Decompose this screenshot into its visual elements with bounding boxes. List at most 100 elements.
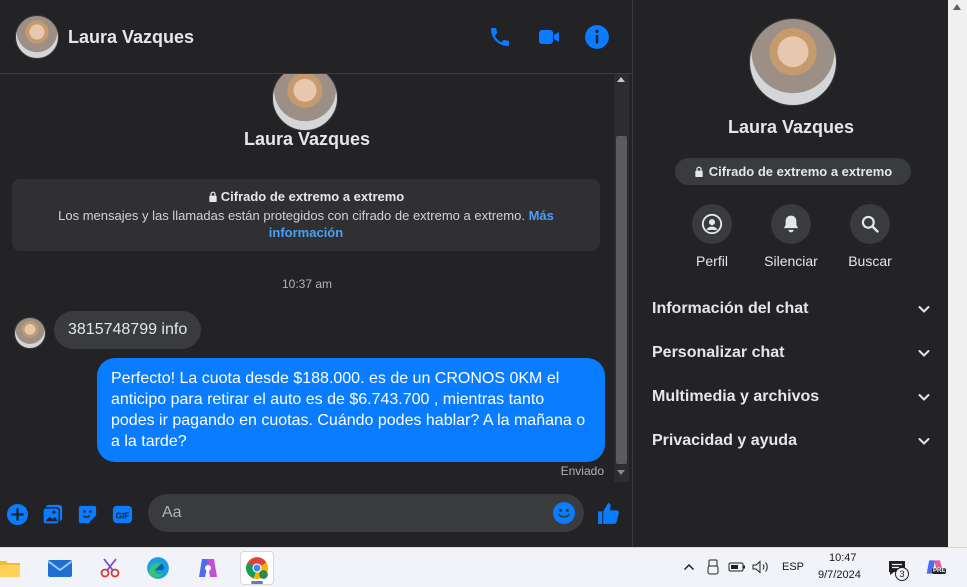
battery-icon [728,562,745,572]
copilot-preview-button[interactable]: PRE [924,556,947,578]
plus-circle-icon [6,503,28,525]
taskbar-app-snipping-tool[interactable] [93,551,127,585]
search-label: Buscar [848,253,892,269]
profile-icon [701,213,723,235]
taskbar-app-mail[interactable] [43,551,77,585]
section-privacy-help[interactable]: Privacidad y ayuda [633,419,949,463]
thumbs-up-icon [597,502,619,524]
chevron-down-icon [918,394,930,401]
encryption-notice: Cifrado de extremo a extremo Los mensaje… [12,179,600,251]
incoming-message[interactable]: 3815748799 info [54,311,202,349]
contact-name[interactable]: Laura Vazques [68,27,194,48]
search-action[interactable]: Buscar [830,204,910,269]
taskbar-app-chrome[interactable] [240,551,274,585]
conversation-info-button[interactable] [584,24,610,50]
bell-icon [783,215,799,233]
speaker-icon [752,560,768,574]
encryption-notice-text: Los mensajes y las llamadas están proteg… [12,207,600,241]
message-timestamp: 10:37 am [281,277,333,291]
chevron-down-icon [918,438,930,445]
svg-text:GIF: GIF [115,511,129,520]
search-button[interactable] [850,204,890,244]
lock-icon [695,166,703,177]
section-customize-label: Personalizar chat [652,344,785,361]
photo-icon [41,504,62,525]
smiley-icon [553,502,575,524]
chrome-icon [246,557,268,579]
message-input[interactable] [148,494,584,532]
window-scroll-up-arrow[interactable] [953,4,961,10]
message-input-wrapper [148,494,584,532]
emoji-button[interactable] [552,501,576,525]
folder-icon [0,561,20,577]
chat-header: Laura Vazques [0,0,632,74]
phone-call-button[interactable] [487,24,513,50]
info-avatar[interactable] [749,18,837,106]
gif-button[interactable]: GIF [110,502,134,526]
window-scrollbar[interactable] [948,0,967,547]
scissors-icon [100,558,120,578]
info-icon [585,25,609,49]
notifications-button[interactable]: 3 [884,556,910,581]
copilot-icon [199,559,217,577]
info-contact-name: Laura Vazques [727,117,855,137]
conversation-info-panel: Laura Vazques Cifrado de extremo a extre… [632,0,948,547]
scrollbar-thumb[interactable] [616,136,627,464]
usb-device-icon [707,559,719,575]
contact-avatar[interactable] [15,15,59,59]
section-privacy-label: Privacidad y ayuda [652,432,797,449]
search-icon [861,215,879,233]
chevron-down-icon [918,306,930,313]
section-customize-chat[interactable]: Personalizar chat [633,331,949,375]
mute-button[interactable] [771,204,811,244]
taskbar: ESP 10:47 9/7/2024 3 PRE [0,547,967,587]
sender-avatar[interactable] [14,317,46,349]
encryption-badge[interactable]: Cifrado de extremo a extremo [675,158,911,185]
app-root: Laura Vazques Laura Vazques Cifrado de e… [0,0,967,587]
profile-label: Perfil [696,253,728,269]
lock-icon [209,191,217,202]
volume-control[interactable] [752,558,770,576]
tray-app-icon[interactable] [704,558,722,576]
encryption-description: Los mensajes y las llamadas están proteg… [58,208,525,223]
gif-icon: GIF [112,505,132,523]
profile-action[interactable]: Perfil [672,204,752,269]
copilot-icon [926,560,944,574]
more-actions-button[interactable] [5,502,29,526]
scroll-up-arrow[interactable] [617,77,625,82]
encryption-title-text: Cifrado de extremo a extremo [220,189,405,204]
taskbar-app-edge[interactable] [141,551,175,585]
intro-contact-name: Laura Vazques [243,129,371,149]
chat-pane: Laura Vazques Laura Vazques Cifrado de e… [0,0,632,547]
clock-date[interactable]: 9/7/2024 [818,569,861,581]
taskbar-app-copilot[interactable] [191,551,225,585]
show-hidden-icons-button[interactable] [680,558,698,576]
message-scrollbar[interactable] [614,74,629,482]
sticker-button[interactable] [75,502,99,526]
scroll-down-arrow[interactable] [617,470,625,475]
outgoing-message[interactable]: Perfecto! La cuota desde $188.000. es de… [97,358,605,462]
encryption-notice-title: Cifrado de extremo a extremo [12,189,600,204]
taskbar-app-file-explorer[interactable] [0,551,26,585]
copilot-preview-badge: PRE [932,568,947,574]
profile-button[interactable] [692,204,732,244]
video-camera-icon [539,30,559,44]
delivery-status: Enviado [560,464,604,478]
chevron-down-icon [918,350,930,357]
video-call-button[interactable] [536,24,562,50]
clock-time[interactable]: 10:47 [829,552,857,564]
edge-browser-icon [147,557,169,579]
phone-icon [491,28,509,46]
input-language[interactable]: ESP [782,561,804,573]
notification-count-badge: 3 [895,567,909,581]
encryption-badge-text: Cifrado de extremo a extremo [708,164,893,179]
section-media-files[interactable]: Multimedia y archivos [633,375,949,419]
like-button[interactable] [595,500,621,526]
attach-photo-button[interactable] [40,502,64,526]
chevron-up-icon [683,563,695,571]
section-chat-info[interactable]: Información del chat [633,287,949,331]
sticker-icon [78,505,96,523]
battery-status[interactable] [728,558,746,576]
mute-action[interactable]: Silenciar [751,204,831,269]
message-list[interactable]: Laura Vazques Cifrado de extremo a extre… [0,74,614,482]
